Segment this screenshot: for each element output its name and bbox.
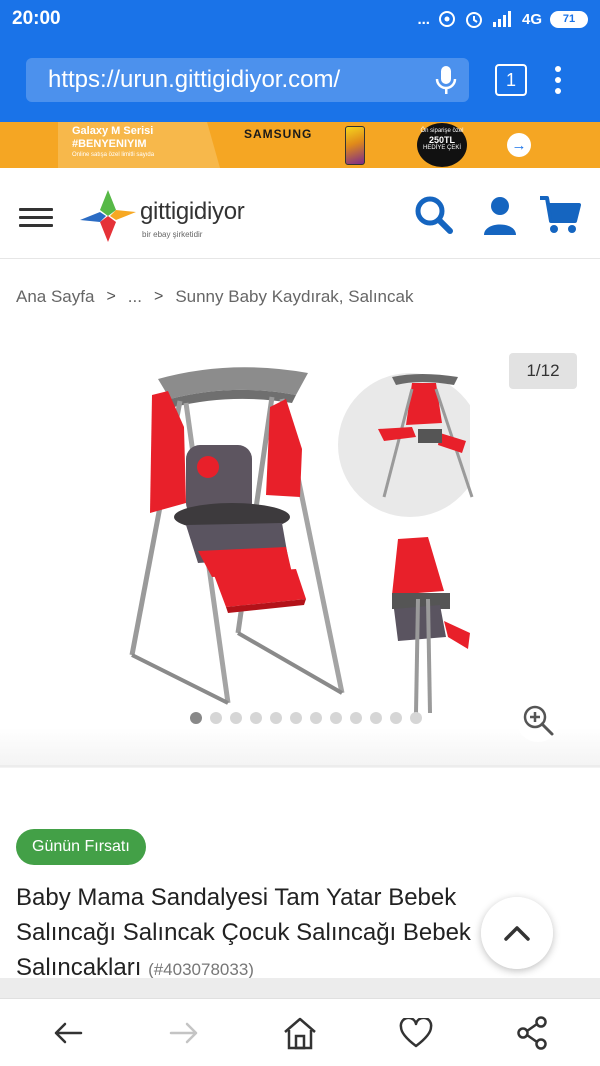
status-dots: ... [417,10,430,28]
browser-menu-button[interactable] [553,66,563,94]
ad-line-3: Online satışa özel limitli sayıda [72,152,155,158]
chevron-right-icon: > [106,288,116,305]
search-icon[interactable] [412,194,456,236]
gallery-dot[interactable] [210,712,222,724]
ad-line-2: #BENYENIYIM [72,138,147,150]
logo-text[interactable]: gittigidiyor [140,198,245,226]
zoom-in-icon[interactable] [516,698,560,742]
logo-subtext: bir ebay şirketidir [142,230,203,239]
ad-text-block: Galaxy M Serisi #BENYENIYIM Online satış… [58,122,220,168]
home-icon[interactable] [270,1003,330,1063]
cart-icon[interactable] [538,194,582,236]
gallery-dot[interactable] [190,712,202,724]
ad-line-1: Galaxy M Serisi [72,125,154,137]
ad-banner[interactable]: Galaxy M Serisi #BENYENIYIM Online satış… [0,122,600,168]
browser-bottom-nav [0,998,600,1066]
gallery-dot[interactable] [390,712,402,724]
status-time: 20:00 [12,8,61,29]
breadcrumb: Ana Sayfa > ... > Sunny Baby Kaydırak, S… [16,287,413,307]
content-bottom-strip [0,978,600,998]
image-page-indicator: 1/12 [509,353,577,389]
hamburger-line [19,208,53,211]
menu-dot [555,88,561,94]
gallery-dot[interactable] [350,712,362,724]
heart-icon[interactable] [386,1003,446,1063]
share-icon[interactable] [502,1003,562,1063]
gallery-fade [0,728,600,768]
ad-badge-amount: 250TL [428,135,455,145]
product-image[interactable] [0,337,600,717]
ad-brand: SAMSUNG [244,127,313,141]
chevron-right-icon: > [153,288,164,305]
ad-badge-top: Ön siparişe özel [420,128,464,134]
product-gallery[interactable] [0,337,600,765]
network-type: 4G [521,10,542,28]
chevron-up-icon [504,926,530,941]
url-text[interactable]: https://urun.gittigidiyor.com/ [48,66,435,94]
hamburger-line [19,216,53,219]
scroll-to-top-button[interactable] [481,897,553,969]
gallery-dot[interactable] [310,712,322,724]
mic-icon[interactable] [435,65,457,95]
tab-switcher-button[interactable]: 1 [495,64,527,96]
ad-arrow-icon[interactable]: → [507,133,531,157]
status-bar: 20:00 ... 4G 71 [0,0,600,38]
deal-badge: Günün Fırsatı [16,829,146,865]
product-code: (#403078033) [148,960,254,979]
gallery-dot[interactable] [230,712,242,724]
gallery-dot[interactable] [370,712,382,724]
ad-gift-badge: Ön siparişe özel 250TL HEDİYE ÇEKİ [417,123,467,167]
ad-badge-bottom: HEDİYE ÇEKİ [422,145,461,151]
breadcrumb-item-home[interactable]: Ana Sayfa [16,287,94,307]
ad-phone-image [345,126,365,165]
forward-arrow-icon[interactable] [154,1003,214,1063]
menu-dot [555,77,561,83]
battery-icon: 71 [550,10,588,28]
breadcrumb-item-category[interactable]: Sunny Baby Kaydırak, Salıncak [175,287,413,307]
section-divider [0,765,600,767]
hamburger-line [19,224,53,227]
back-arrow-icon[interactable] [38,1003,98,1063]
hotspot-icon [438,11,455,27]
browser-toolbar: https://urun.gittigidiyor.com/ 1 [0,38,600,122]
alarm-icon [465,12,482,28]
gallery-dot[interactable] [410,712,422,724]
screen: 20:00 ... 4G 71 https://urun.gittigidiyo… [0,0,600,1066]
user-icon[interactable] [478,194,522,236]
gallery-dot[interactable] [290,712,302,724]
gallery-dot[interactable] [250,712,262,724]
product-title: Baby Mama Sandalyesi Tam Yatar Bebek Sal… [16,880,536,987]
gallery-dot[interactable] [270,712,282,724]
hamburger-menu-icon[interactable] [19,208,53,232]
status-icons: ... 4G 71 [417,9,588,29]
gallery-dots[interactable] [190,712,422,724]
menu-dot [555,66,561,72]
logo-mark-icon[interactable] [80,190,136,242]
site-header: gittigidiyor bir ebay şirketidir [0,168,600,259]
breadcrumb-item-ellipsis[interactable]: ... [128,287,142,307]
address-bar[interactable]: https://urun.gittigidiyor.com/ [26,58,469,102]
gallery-dot[interactable] [330,712,342,724]
signal-icon [492,11,511,27]
